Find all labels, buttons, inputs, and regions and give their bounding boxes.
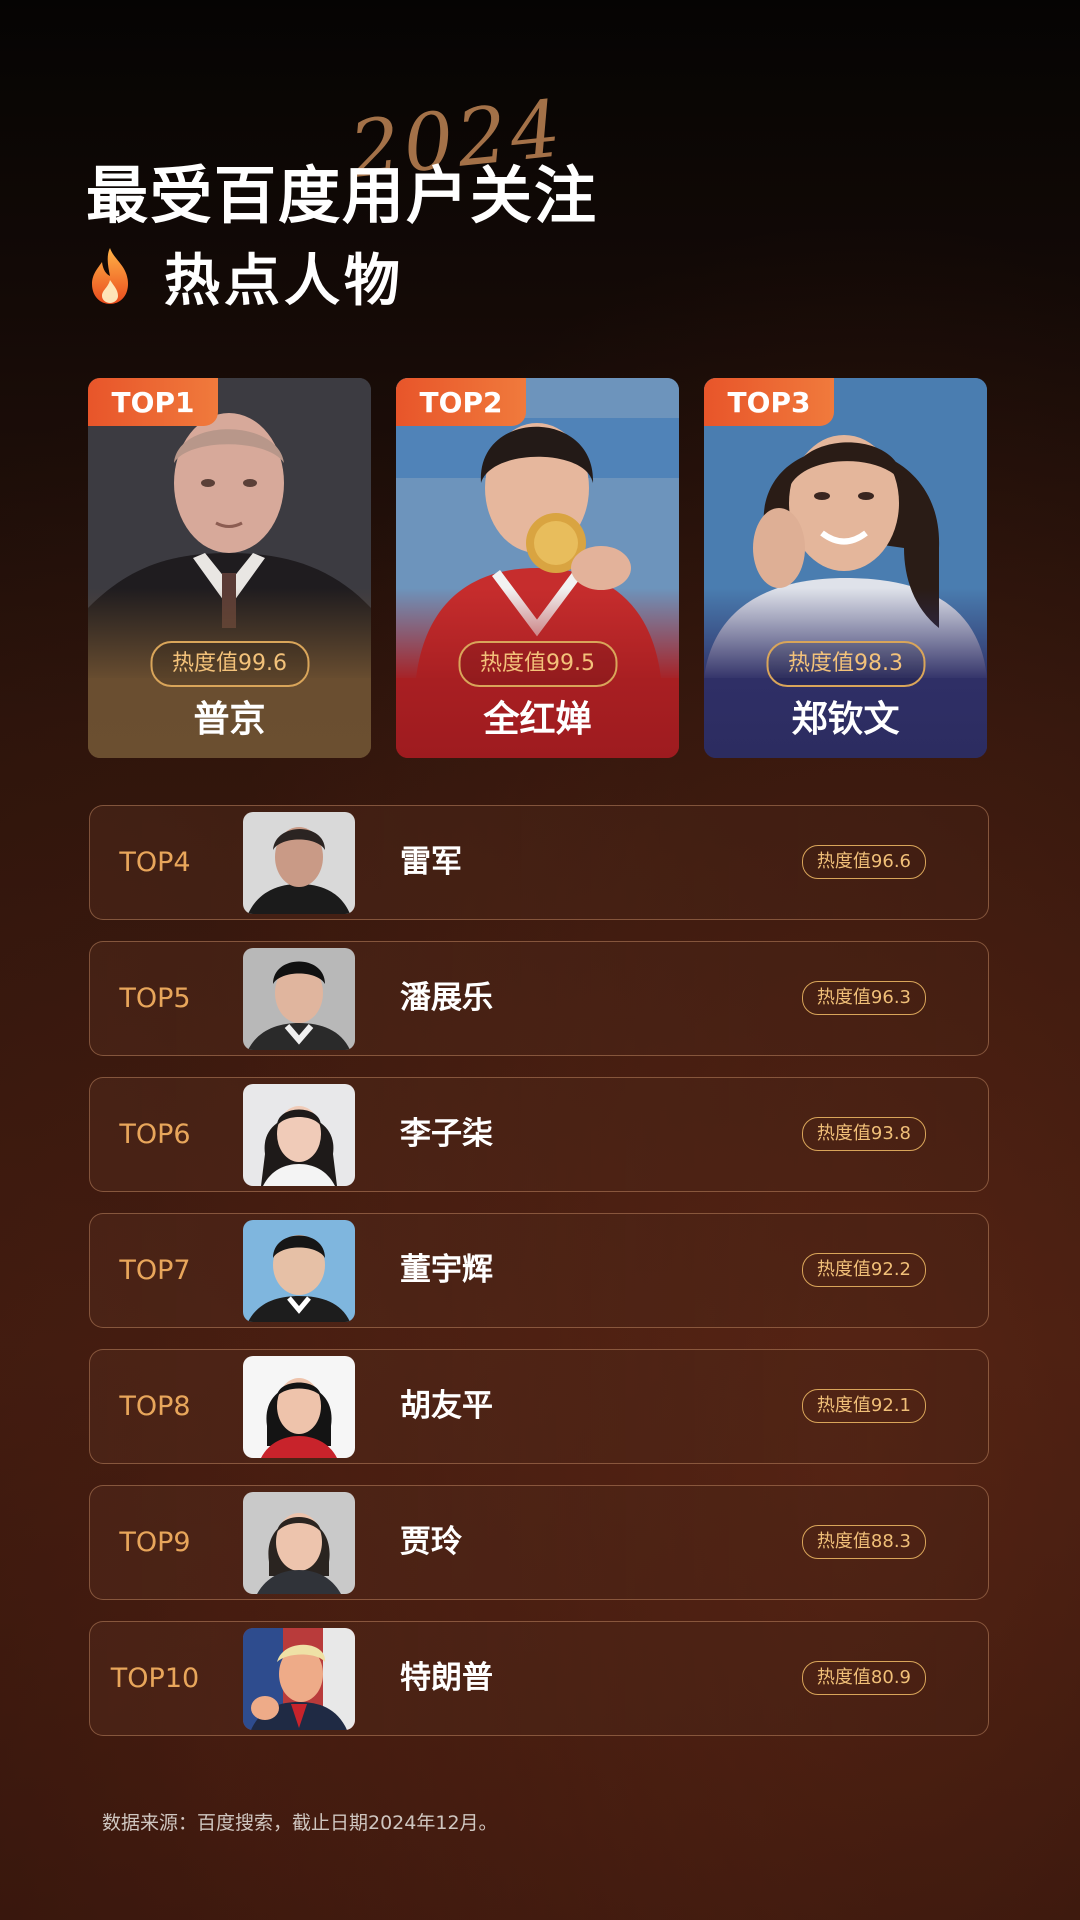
avatar [243, 1356, 355, 1458]
person-name: 普京 [193, 699, 266, 740]
heat-badge: 热度值92.1 [801, 1389, 926, 1423]
avatar [243, 812, 355, 914]
rank-label: TOP4 [119, 847, 191, 878]
person-name: 特朗普 [400, 1660, 493, 1696]
person-name: 潘展乐 [400, 980, 493, 1016]
heat-badge: 热度值92.2 [801, 1253, 926, 1287]
heat-badge: 热度值93.8 [801, 1117, 926, 1151]
rank-tag: TOP2 [396, 378, 526, 426]
rank-label: TOP7 [119, 1255, 191, 1286]
rank-tag: TOP1 [88, 378, 218, 426]
list-item[interactable]: TOP6 李子柒 热度值93.8 [89, 1077, 989, 1192]
flame-icon [92, 248, 128, 304]
heat-badge: 热度值99.6 [150, 641, 309, 687]
person-name: 胡友平 [400, 1388, 493, 1424]
list-item[interactable]: TOP5 潘展乐 热度值96.3 [89, 941, 989, 1056]
heat-badge: 热度值98.3 [766, 641, 925, 687]
person-name: 贾玲 [400, 1524, 462, 1560]
data-source-note: 数据来源：百度搜索，截止日期2024年12月。 [102, 1812, 498, 1834]
list-item[interactable]: TOP8 胡友平 热度值92.1 [89, 1349, 989, 1464]
top1-card[interactable]: TOP1 热度值99.6 普京 [88, 378, 371, 758]
top3-card[interactable]: TOP3 热度值98.3 郑钦文 [704, 378, 987, 758]
rank-label: TOP5 [119, 983, 191, 1014]
heat-badge: 热度值96.3 [801, 981, 926, 1015]
person-name: 郑钦文 [791, 699, 900, 740]
rank-tag: TOP3 [704, 378, 834, 426]
top2-card[interactable]: TOP2 热度值99.5 全红婵 [396, 378, 679, 758]
rank-label: TOP8 [119, 1391, 191, 1422]
list-item[interactable]: TOP9 贾玲 热度值88.3 [89, 1485, 989, 1600]
top3-section: TOP1 热度值99.6 普京 TOP2 热度值99.5 全红婵 TOP3 热度… [88, 378, 988, 758]
list-item[interactable]: TOP10 特朗普 热度值80.9 [89, 1621, 989, 1736]
rank-label: TOP6 [119, 1119, 191, 1150]
person-name: 雷军 [400, 844, 462, 880]
list-item[interactable]: TOP4 雷军 热度值96.6 [89, 805, 989, 920]
list-item[interactable]: TOP7 董宇辉 热度值92.2 [89, 1213, 989, 1328]
person-name: 董宇辉 [400, 1252, 493, 1288]
avatar [243, 1628, 355, 1730]
person-name: 李子柒 [400, 1116, 493, 1152]
heat-badge: 热度值88.3 [801, 1525, 926, 1559]
avatar [243, 1220, 355, 1322]
avatar [243, 1492, 355, 1594]
avatar [243, 948, 355, 1050]
heat-badge: 热度值99.5 [458, 641, 617, 687]
rank-label: TOP10 [110, 1663, 200, 1694]
page-title: 最受百度用户关注 [86, 159, 599, 232]
avatar [243, 1084, 355, 1186]
page-subtitle-row: 热点人物 [86, 240, 404, 314]
page-subtitle: 热点人物 [164, 248, 404, 314]
heat-badge: 热度值96.6 [801, 845, 926, 879]
rank-label: TOP9 [119, 1527, 191, 1558]
heat-badge: 热度值80.9 [801, 1661, 926, 1695]
person-name: 全红婵 [483, 699, 592, 740]
